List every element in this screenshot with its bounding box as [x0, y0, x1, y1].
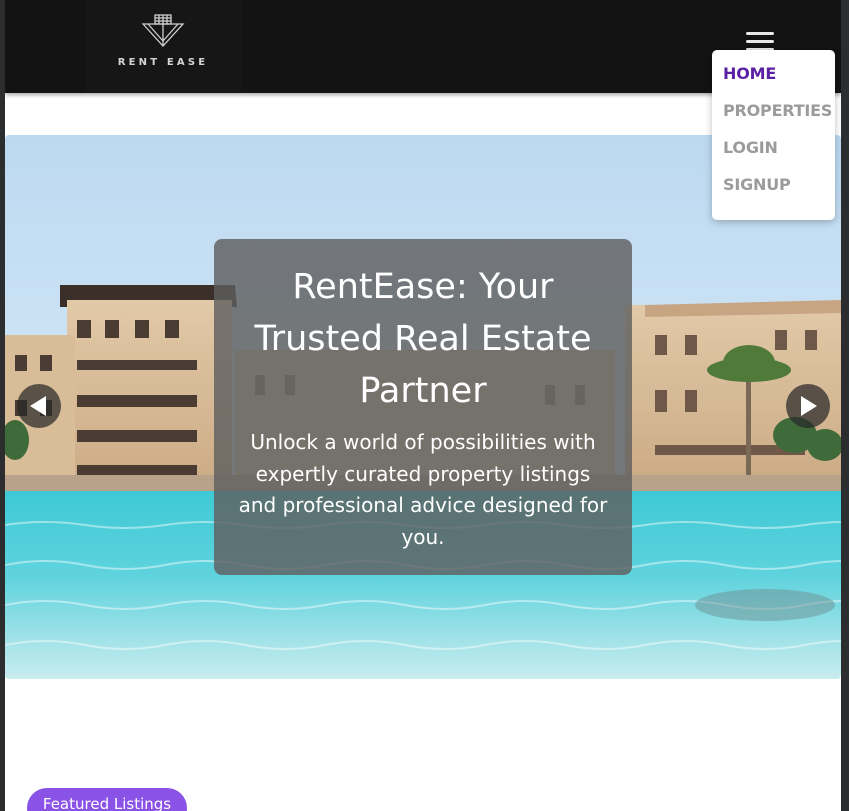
carousel-prev-button[interactable] [17, 384, 61, 428]
nav-dropdown: HOME PROPERTIES LOGIN SIGNUP [712, 50, 835, 220]
nav-item-signup[interactable]: SIGNUP [723, 175, 791, 194]
nav-item-properties[interactable]: PROPERTIES [723, 101, 832, 120]
page: RENT EASE HOME PROPERTIES LOGIN SIGNUP R… [5, 0, 841, 811]
nav-item-home[interactable]: HOME [723, 64, 776, 83]
hero-subtitle: Unlock a world of possibilities with exp… [238, 430, 608, 549]
brand-name: RENT EASE [117, 57, 209, 68]
carousel-next-button[interactable] [786, 384, 830, 428]
building-logo-icon [141, 14, 185, 47]
arrow-right-icon [801, 396, 817, 416]
hero-title: RentEase: Your Trusted Real Estate Partn… [254, 267, 592, 411]
brand-logo[interactable]: RENT EASE [85, 0, 241, 93]
arrow-left-icon [30, 396, 46, 416]
featured-listings-button[interactable]: Featured Listings [27, 788, 187, 811]
nav-item-login[interactable]: LOGIN [723, 138, 778, 157]
hero-caption: RentEase: Your Trusted Real Estate Partn… [214, 239, 632, 575]
